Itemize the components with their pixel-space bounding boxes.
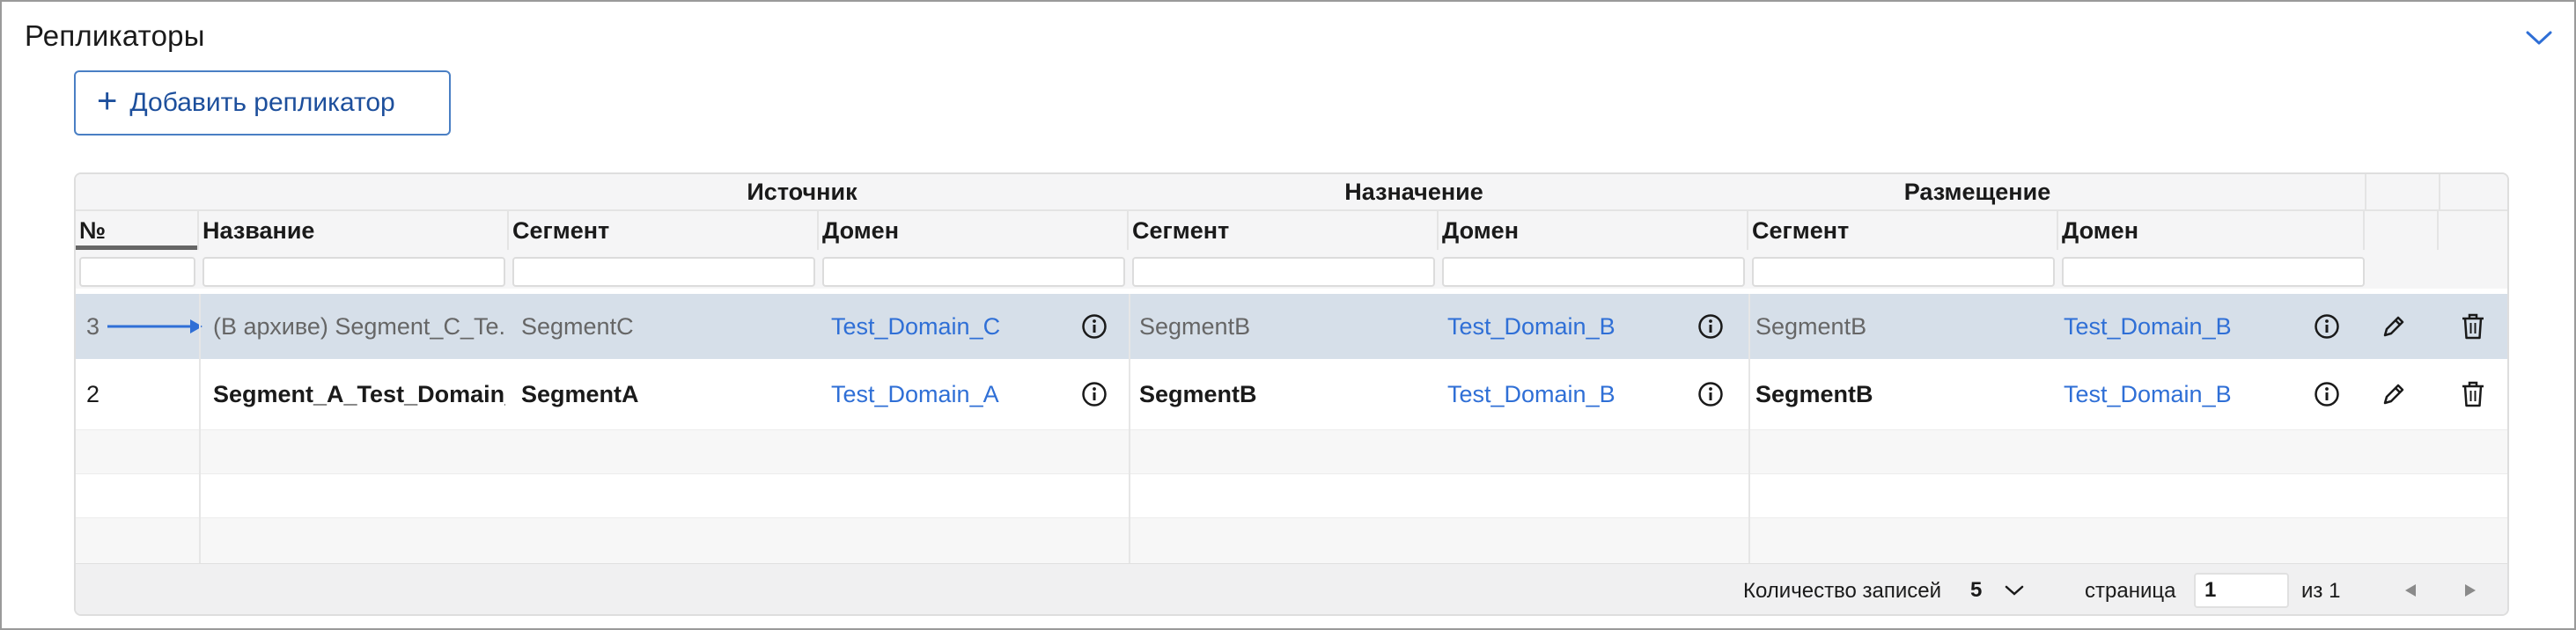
empty-row xyxy=(76,473,2507,517)
row-dst-segment: SegmentB xyxy=(1139,312,1251,340)
records-count-label: Количество записей xyxy=(1743,578,1942,603)
row-dst-domain-link[interactable]: Test_Domain_B xyxy=(1447,359,1694,429)
row-plc-domain-link[interactable]: Test_Domain_B xyxy=(2064,294,2310,359)
table-row[interactable]: 2 Segment_A_Test_Domain_... SegmentA Tes… xyxy=(76,359,2507,429)
chevron-down-icon xyxy=(2526,31,2552,45)
page-label: страница xyxy=(2085,578,2176,603)
info-icon xyxy=(2315,314,2339,339)
filter-src-domain-input[interactable] xyxy=(822,257,1125,287)
section-title: Репликаторы xyxy=(25,19,205,52)
empty-row xyxy=(76,429,2507,473)
row-plc-segment: SegmentB xyxy=(1755,380,1873,407)
arrow-right-icon xyxy=(107,319,202,333)
replicators-table: Источник Назначение Размещение № Названи… xyxy=(74,172,2509,616)
empty-row xyxy=(76,517,2507,563)
dst-info-button[interactable] xyxy=(1696,311,1726,341)
info-icon xyxy=(2315,382,2339,407)
filter-dst-domain-input[interactable] xyxy=(1442,257,1745,287)
trash-icon xyxy=(2462,381,2484,407)
next-page-button[interactable] xyxy=(2455,575,2486,606)
pencil-icon xyxy=(2383,384,2404,405)
prev-page-button[interactable] xyxy=(2395,575,2426,606)
plus-icon: + xyxy=(97,82,118,121)
row-plc-domain-link[interactable]: Test_Domain_B xyxy=(2064,359,2310,429)
group-header-row: Источник Назначение Размещение xyxy=(76,174,2507,211)
trash-icon xyxy=(2462,313,2484,340)
filter-row xyxy=(76,250,2507,289)
row-src-segment: SegmentA xyxy=(521,380,639,407)
filter-name-input[interactable] xyxy=(202,257,505,287)
col-header-dst-domain[interactable]: Домен xyxy=(1439,211,1748,250)
col-header-num[interactable]: № xyxy=(76,211,199,250)
add-replicator-button[interactable]: + Добавить репликатор xyxy=(74,70,451,136)
pencil-icon xyxy=(2383,316,2404,337)
col-header-src-domain[interactable]: Домен xyxy=(819,211,1129,250)
src-info-button[interactable] xyxy=(1079,311,1109,341)
col-header-plc-segment[interactable]: Сегмент xyxy=(1748,211,2058,250)
add-replicator-label: Добавить репликатор xyxy=(129,88,395,117)
plc-info-button[interactable] xyxy=(2312,311,2342,341)
replicators-panel: Репликаторы + Добавить репликатор Источн… xyxy=(0,0,2576,630)
delete-button[interactable] xyxy=(2458,311,2488,341)
filter-num-input[interactable] xyxy=(79,257,195,287)
col-header-dst-segment[interactable]: Сегмент xyxy=(1129,211,1439,250)
info-icon xyxy=(1698,382,1723,407)
row-num: 2 xyxy=(86,380,100,407)
collapse-button[interactable] xyxy=(2521,23,2557,53)
pagination-bar: Количество записей 5 страница 1 из 1 xyxy=(76,563,2507,614)
page-size-select[interactable]: 5 xyxy=(1958,573,2046,608)
filter-plc-domain-input[interactable] xyxy=(2062,257,2365,287)
src-info-button[interactable] xyxy=(1079,379,1109,409)
row-dst-domain-link[interactable]: Test_Domain_B xyxy=(1447,294,1694,359)
row-name: Segment_A_Test_Domain_... xyxy=(213,380,505,407)
dst-info-button[interactable] xyxy=(1696,379,1726,409)
row-src-domain-link[interactable]: Test_Domain_C xyxy=(831,294,1078,359)
row-src-domain-link[interactable]: Test_Domain_A xyxy=(831,359,1078,429)
row-name: (В архиве) Segment_C_Te... xyxy=(213,312,505,340)
chevron-down-icon xyxy=(2006,585,2024,596)
col-header-src-segment[interactable]: Сегмент xyxy=(509,211,819,250)
group-header-placement: Размещение xyxy=(1903,178,2051,205)
filter-src-segment-input[interactable] xyxy=(512,257,815,287)
info-icon xyxy=(1082,314,1107,339)
col-header-name[interactable]: Название xyxy=(199,211,509,250)
plc-info-button[interactable] xyxy=(2312,379,2342,409)
column-header-row: № Название Сегмент Домен Сегмент Домен С… xyxy=(76,211,2507,250)
edit-button[interactable] xyxy=(2379,379,2409,409)
edit-button[interactable] xyxy=(2379,311,2409,341)
col-header-plc-domain[interactable]: Домен xyxy=(2058,211,2365,250)
delete-button[interactable] xyxy=(2458,379,2488,409)
table-row[interactable]: 3 (В архиве) Segment_C_Te... SegmentC Te… xyxy=(76,294,2507,359)
row-src-segment: SegmentC xyxy=(521,312,634,340)
filter-dst-segment-input[interactable] xyxy=(1132,257,1435,287)
page-number-input[interactable]: 1 xyxy=(2194,573,2289,608)
filter-plc-segment-input[interactable] xyxy=(1752,257,2055,287)
info-icon xyxy=(1698,314,1723,339)
page-total-label: из 1 xyxy=(2301,578,2341,603)
group-header-destination: Назначение xyxy=(1344,178,1483,205)
info-icon xyxy=(1082,382,1107,407)
triangle-right-icon xyxy=(2465,584,2476,597)
triangle-left-icon xyxy=(2405,584,2416,597)
row-plc-segment: SegmentB xyxy=(1755,312,1867,340)
page-size-value: 5 xyxy=(1970,578,1983,602)
row-dst-segment: SegmentB xyxy=(1139,380,1257,407)
